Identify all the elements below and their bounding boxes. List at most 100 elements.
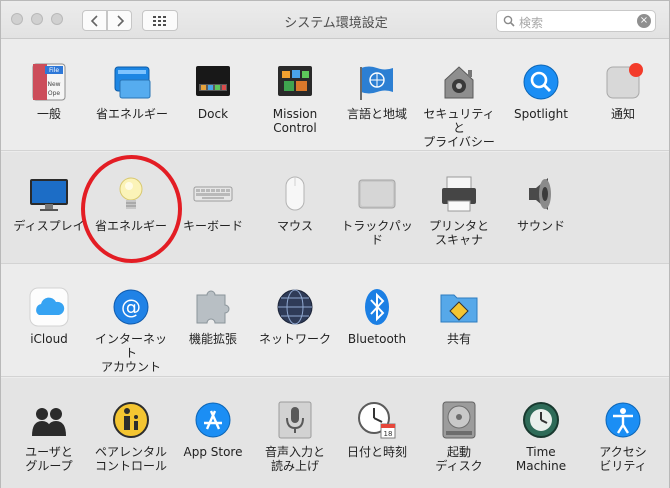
pref-label: Dock xyxy=(197,107,229,121)
section-system: ユーザと グループ ペアレンタル コントロール App Store 音声入力と … xyxy=(1,378,669,488)
pref-mouse[interactable]: マウス xyxy=(255,152,335,260)
security-icon xyxy=(444,66,474,99)
app-store-icon xyxy=(195,402,231,438)
search-icon xyxy=(503,15,515,27)
back-button[interactable] xyxy=(82,10,107,31)
extensions-icon xyxy=(196,290,230,324)
pref-label: iCloud xyxy=(30,332,68,346)
pref-label: ペアレンタル コントロール xyxy=(94,445,167,473)
accessibility-icon xyxy=(605,402,641,438)
svg-text:File: File xyxy=(49,67,59,74)
dictation-speech-icon xyxy=(278,401,312,439)
network-icon xyxy=(277,289,313,325)
pref-label: 音声入力と 読み上げ xyxy=(264,445,325,473)
users-groups-icon xyxy=(32,408,66,436)
svg-text:@: @ xyxy=(121,295,141,319)
pref-dock[interactable]: Dock xyxy=(173,40,253,148)
mission-control-icon xyxy=(278,66,312,96)
section-personal: File New Ope 一般 省エネルギー Dock Mission Cont… xyxy=(1,40,669,151)
pref-accessibility[interactable]: アクセシ ビリティ xyxy=(583,378,663,486)
language-region-icon xyxy=(360,66,393,100)
time-machine-icon xyxy=(523,402,559,438)
pref-dictation-speech[interactable]: 音声入力と 読み上げ xyxy=(255,378,335,486)
search-placeholder: 検索 xyxy=(519,16,544,30)
pref-network[interactable]: ネットワーク xyxy=(255,265,335,373)
spotlight-icon xyxy=(523,64,559,100)
pref-date-time[interactable]: 18 日付と時刻 xyxy=(337,378,417,486)
pref-label: 一般 xyxy=(36,107,61,121)
sound-icon xyxy=(529,178,551,210)
svg-text:Ope: Ope xyxy=(48,90,61,97)
pref-language-region[interactable]: 言語と地域 xyxy=(337,40,417,148)
svg-text:18: 18 xyxy=(384,430,393,438)
search-field[interactable]: 検索 × xyxy=(496,10,656,32)
keyboard-icon xyxy=(193,186,233,202)
pref-trackpad[interactable]: トラックパッド xyxy=(337,152,417,260)
window-title: システム環境設定 xyxy=(284,16,388,31)
pref-general[interactable]: File New Ope 一般 xyxy=(9,40,89,148)
pref-label: 機能拡張 xyxy=(188,332,237,346)
show-all-button[interactable] xyxy=(142,10,178,31)
pref-notifications[interactable]: 通知 xyxy=(583,40,663,148)
section-internet-wireless: iCloud @ インターネット アカウント 機能拡張 ネットワーク Bluet… xyxy=(1,265,669,377)
forward-button[interactable] xyxy=(107,10,132,31)
chevron-right-icon xyxy=(116,14,124,27)
pref-parental-controls[interactable]: ペアレンタル コントロール xyxy=(91,378,171,486)
desktop-screensaver-icon xyxy=(114,66,151,99)
notifications-icon xyxy=(606,63,643,99)
pref-label: セキュリティと プライバシー xyxy=(423,107,495,149)
pref-label: 日付と時刻 xyxy=(346,445,407,459)
pref-label: ユーザと グループ xyxy=(25,445,73,473)
pref-desktop-screensaver[interactable]: 省エネルギー xyxy=(92,40,172,148)
general-icon: File New Ope xyxy=(32,63,66,101)
pref-label: Time Machine xyxy=(515,445,567,473)
close-window-button[interactable] xyxy=(11,13,23,25)
pref-displays[interactable]: ディスプレイ xyxy=(9,152,89,260)
display-icon xyxy=(30,179,68,211)
date-time-icon: 18 xyxy=(358,402,396,439)
printer-icon xyxy=(442,176,476,212)
title-bar: システム環境設定 検索 × xyxy=(1,1,669,39)
zoom-window-button[interactable] xyxy=(51,13,63,25)
pref-label: ネットワーク xyxy=(258,332,331,346)
pref-icloud[interactable]: iCloud xyxy=(9,265,89,373)
pref-keyboard[interactable]: キーボード xyxy=(173,152,253,260)
clear-icon[interactable]: × xyxy=(637,14,651,28)
parental-controls-icon xyxy=(113,402,149,438)
grid-icon xyxy=(153,15,166,26)
pref-internet-accounts[interactable]: @ インターネット アカウント xyxy=(91,265,171,374)
pref-label: 言語と地域 xyxy=(346,107,407,121)
trackpad-icon xyxy=(358,179,396,209)
pref-mission-control[interactable]: Mission Control xyxy=(255,40,335,148)
pref-startup-disk[interactable]: 起動 ディスク xyxy=(419,378,499,486)
chevron-left-icon xyxy=(90,14,98,27)
pref-label: キーボード xyxy=(182,219,243,233)
pref-sharing[interactable]: 共有 xyxy=(419,265,499,373)
pref-extensions[interactable]: 機能拡張 xyxy=(173,265,253,373)
pref-app-store[interactable]: App Store xyxy=(173,378,253,486)
pref-security-privacy[interactable]: セキュリティと プライバシー xyxy=(419,40,499,149)
pref-users-groups[interactable]: ユーザと グループ xyxy=(9,378,89,486)
pref-label: アクセシ ビリティ xyxy=(599,445,647,473)
pref-label: 通知 xyxy=(610,107,635,121)
highlight-circle xyxy=(81,155,182,263)
pref-label: サウンド xyxy=(516,219,565,233)
pref-label: ディスプレイ xyxy=(13,219,85,233)
internet-accounts-icon: @ xyxy=(113,289,149,325)
pref-label: Spotlight xyxy=(514,107,568,121)
bluetooth-icon xyxy=(365,289,389,325)
pref-bluetooth[interactable]: Bluetooth xyxy=(337,265,417,373)
mouse-icon xyxy=(285,176,305,211)
minimize-window-button[interactable] xyxy=(31,13,43,25)
pref-time-machine[interactable]: Time Machine xyxy=(501,378,581,486)
icloud-icon xyxy=(29,287,69,327)
pref-sound[interactable]: サウンド xyxy=(501,152,581,260)
pref-spotlight[interactable]: Spotlight xyxy=(501,40,581,148)
system-preferences-window: システム環境設定 検索 × File New Ope 一般 省エネルギー Doc… xyxy=(0,0,670,488)
pref-label: Bluetooth xyxy=(347,332,407,346)
pref-label: 起動 ディスク xyxy=(435,445,483,473)
pref-label: 省エネルギー xyxy=(95,107,168,121)
pref-label: インターネット アカウント xyxy=(94,332,167,374)
pref-printers-scanners[interactable]: プリンタと スキャナ xyxy=(419,152,499,260)
pref-label: マウス xyxy=(276,219,313,233)
